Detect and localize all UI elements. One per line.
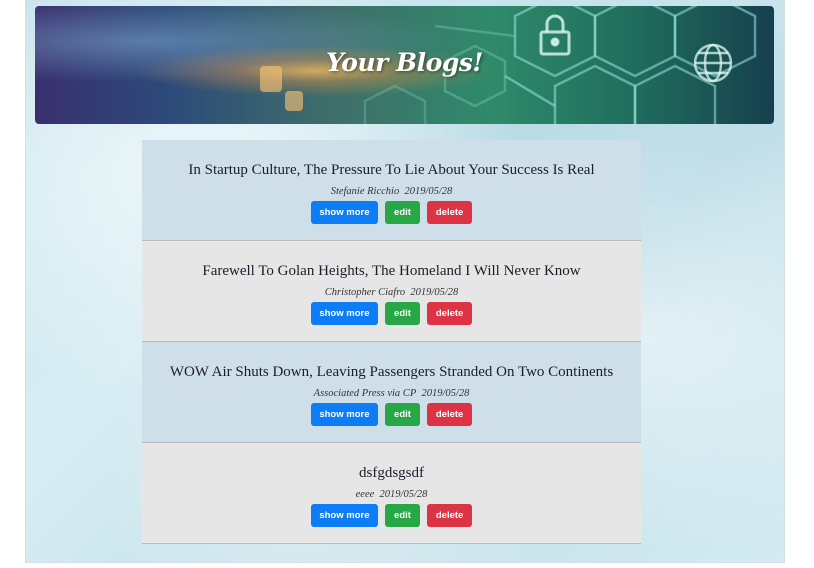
blog-card: In Startup Culture, The Pressure To Lie … bbox=[142, 140, 641, 241]
delete-button[interactable]: delete bbox=[427, 201, 473, 224]
blog-card: dsfgdsgsdf eeee 2019/05/28 show more edi… bbox=[142, 443, 641, 544]
blog-title: In Startup Culture, The Pressure To Lie … bbox=[188, 162, 595, 178]
blog-author: Associated Press via CP bbox=[313, 388, 417, 399]
blog-author: eeee bbox=[355, 489, 375, 500]
show-more-button[interactable]: show more bbox=[310, 403, 378, 426]
show-more-button[interactable]: show more bbox=[310, 504, 378, 527]
blog-actions: show more edit delete bbox=[142, 504, 641, 528]
blog-author: Christopher Ciafro bbox=[324, 287, 406, 298]
show-more-button[interactable]: show more bbox=[310, 302, 378, 325]
edit-button[interactable]: edit bbox=[385, 504, 420, 527]
edit-button[interactable]: edit bbox=[385, 201, 420, 224]
blog-actions: show more edit delete bbox=[142, 201, 641, 225]
edit-button[interactable]: edit bbox=[385, 302, 420, 325]
blog-date: 2019/05/28 bbox=[421, 388, 470, 399]
blog-meta: eeee 2019/05/28 bbox=[142, 489, 641, 501]
blog-card: Farewell To Golan Heights, The Homeland … bbox=[142, 241, 641, 342]
blog-date: 2019/05/28 bbox=[410, 287, 459, 298]
blog-title: Farewell To Golan Heights, The Homeland … bbox=[202, 263, 581, 279]
blog-author: Stefanie Ricchio bbox=[330, 186, 400, 197]
blog-meta: Christopher Ciafro 2019/05/28 bbox=[142, 287, 641, 299]
page-title: Your Blogs! bbox=[326, 48, 483, 77]
blog-meta: Stefanie Ricchio 2019/05/28 bbox=[142, 186, 641, 198]
blog-title: dsfgdsgsdf bbox=[358, 465, 424, 481]
delete-button[interactable]: delete bbox=[427, 504, 473, 527]
blog-actions: show more edit delete bbox=[142, 403, 641, 427]
show-more-button[interactable]: show more bbox=[310, 201, 378, 224]
header-banner: Your Blogs! bbox=[35, 6, 774, 124]
delete-button[interactable]: delete bbox=[427, 302, 473, 325]
blog-meta: Associated Press via CP 2019/05/28 bbox=[142, 388, 641, 400]
blog-card: WOW Air Shuts Down, Leaving Passengers S… bbox=[142, 342, 641, 443]
blog-actions: show more edit delete bbox=[142, 302, 641, 326]
blog-date: 2019/05/28 bbox=[404, 186, 453, 197]
blog-list: In Startup Culture, The Pressure To Lie … bbox=[142, 140, 641, 544]
delete-button[interactable]: delete bbox=[427, 403, 473, 426]
blog-date: 2019/05/28 bbox=[379, 489, 428, 500]
edit-button[interactable]: edit bbox=[385, 403, 420, 426]
blog-title: WOW Air Shuts Down, Leaving Passengers S… bbox=[169, 364, 614, 380]
